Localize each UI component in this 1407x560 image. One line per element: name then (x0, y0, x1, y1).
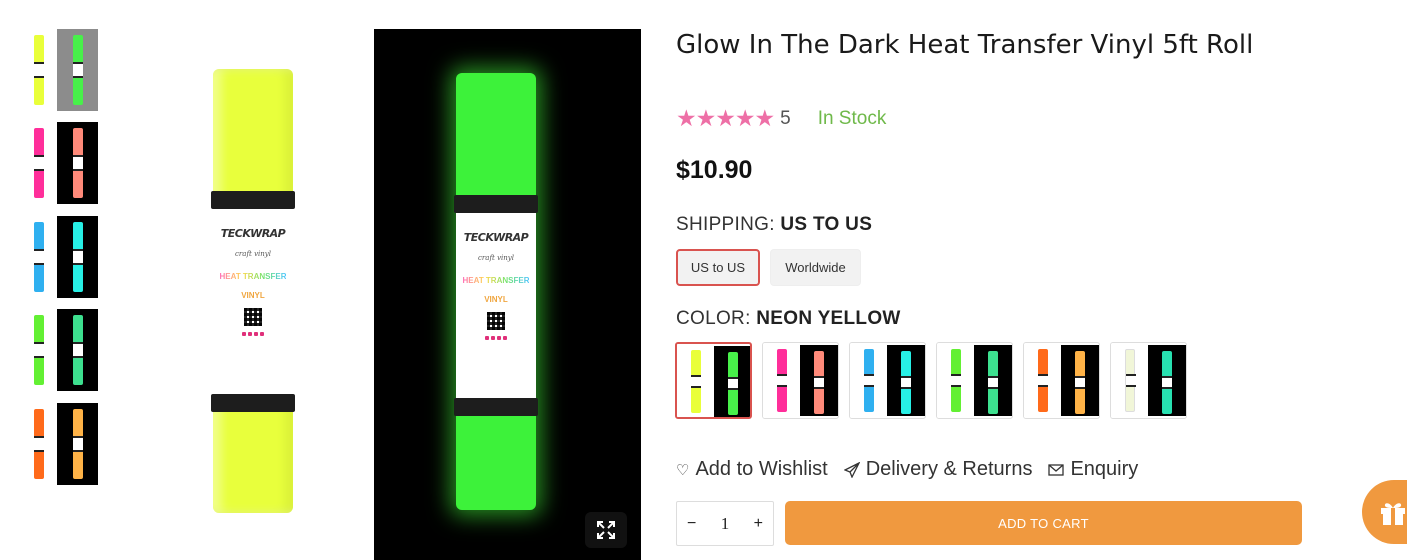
main-image-light[interactable]: TECKWRAP craft vinyl HEAT TRANSFER VINYL (122, 29, 389, 560)
roll-label: TECKWRAP craft vinyl HEAT TRANSFER VINYL (213, 209, 293, 394)
thumbnail-light-image (28, 309, 50, 391)
shipping-option-us-to-us[interactable]: US to US (676, 249, 760, 286)
envelope-icon (1048, 463, 1065, 476)
roll-vinyl-text: VINYL (484, 295, 508, 304)
roll-band-top (211, 191, 295, 209)
roll-script-text: craft vinyl (235, 250, 271, 258)
delivery-label: Delivery & Returns (865, 458, 1033, 480)
thumbnail-neon-yellow[interactable] (28, 29, 100, 111)
shipping-selected-value: US TO US (780, 214, 873, 235)
star-rating-icon[interactable]: ★★★★★ (676, 105, 775, 132)
roll-brand-logo: TECKWRAP (220, 227, 286, 240)
roll-script-text: craft vinyl (478, 254, 514, 262)
zoom-button[interactable] (585, 512, 627, 548)
product-action-links: ♡ Add to Wishlist Delivery & Returns Enq… (676, 458, 1154, 481)
rating-row: ★★★★★ 5 In Stock (676, 105, 886, 132)
shipping-label: SHIPPING: (676, 214, 775, 235)
color-swatch-neon-yellow[interactable] (675, 342, 752, 419)
thumbnail-light-image (28, 403, 50, 485)
review-count[interactable]: 5 (780, 108, 791, 130)
roll-band-top (454, 195, 538, 213)
color-swatch-blue[interactable] (849, 342, 926, 419)
color-swatch-white[interactable] (1110, 342, 1187, 419)
gift-rewards-button[interactable] (1362, 480, 1407, 544)
main-image-glow[interactable]: TECKWRAP craft vinyl HEAT TRANSFER VINYL (374, 29, 641, 560)
roll-band-bottom (211, 394, 295, 412)
gift-icon (1381, 503, 1405, 525)
shipping-option-worldwide[interactable]: Worldwide (770, 249, 861, 286)
enquiry-label: Enquiry (1070, 458, 1139, 480)
expand-icon (597, 521, 615, 539)
vinyl-roll-glow: TECKWRAP craft vinyl HEAT TRANSFER VINYL (454, 73, 538, 510)
thumbnail-pink[interactable] (28, 122, 100, 204)
enquiry-link[interactable]: Enquiry (1048, 458, 1138, 481)
thumbnail-green[interactable] (28, 309, 100, 391)
thumbnail-glow-image (57, 403, 98, 485)
thumbnail-glow-image (57, 122, 98, 204)
color-swatch-pink[interactable] (762, 342, 839, 419)
delivery-returns-link[interactable]: Delivery & Returns (843, 458, 1033, 481)
thumbnail-light-image (28, 122, 50, 204)
roll-band-bottom (454, 398, 538, 416)
add-to-wishlist-link[interactable]: ♡ Add to Wishlist (676, 458, 828, 481)
social-icons (485, 336, 507, 340)
thumbnail-orange[interactable] (28, 403, 100, 485)
quantity-input[interactable]: 1 (721, 514, 730, 534)
qr-code-icon (244, 308, 262, 326)
thumbnail-glow-image (57, 216, 98, 298)
shipping-option-label: SHIPPING: US TO US (676, 214, 872, 236)
color-swatch-green[interactable] (936, 342, 1013, 419)
thumbnail-light-image (28, 216, 50, 298)
add-to-cart-button[interactable]: ADD TO CART (785, 501, 1302, 545)
product-title: Glow In The Dark Heat Transfer Vinyl 5ft… (676, 30, 1254, 60)
color-option-label: COLOR: NEON YELLOW (676, 308, 901, 330)
roll-label: TECKWRAP craft vinyl HEAT TRANSFER VINYL (456, 213, 536, 398)
color-selected-value: NEON YELLOW (756, 308, 901, 329)
qr-code-icon (487, 312, 505, 330)
roll-heat-transfer-text: HEAT TRANSFER (219, 272, 287, 281)
wishlist-label: Add to Wishlist (695, 458, 828, 480)
thumbnail-glow-image (57, 309, 98, 391)
quantity-increase-button[interactable]: + (754, 515, 763, 533)
thumbnail-light-image (28, 29, 50, 111)
quantity-stepper: − 1 + (676, 501, 774, 546)
paper-plane-icon (843, 461, 860, 478)
heart-icon: ♡ (676, 461, 690, 479)
thumbnail-blue[interactable] (28, 216, 100, 298)
social-icons (242, 332, 264, 336)
roll-heat-transfer-text: HEAT TRANSFER (462, 276, 530, 285)
stock-status: In Stock (817, 107, 887, 129)
color-label: COLOR: (676, 308, 751, 329)
color-swatch-orange[interactable] (1023, 342, 1100, 419)
product-price: $10.90 (676, 156, 753, 184)
roll-brand-logo: TECKWRAP (463, 231, 529, 244)
vinyl-roll: TECKWRAP craft vinyl HEAT TRANSFER VINYL (211, 69, 295, 513)
thumbnail-glow-image (57, 29, 98, 111)
roll-vinyl-text: VINYL (241, 291, 265, 300)
quantity-decrease-button[interactable]: − (687, 515, 696, 533)
